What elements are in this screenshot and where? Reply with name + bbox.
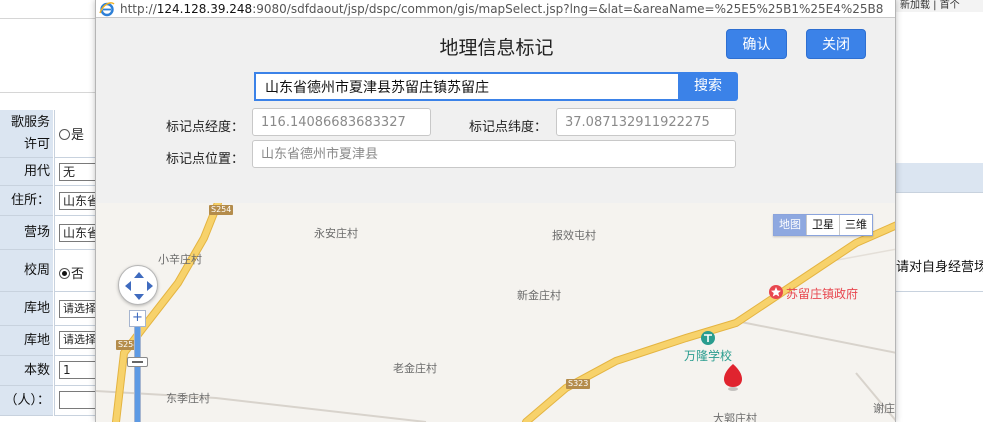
close-button[interactable]: 关闭 xyxy=(806,29,866,59)
map-type-3d-button[interactable]: 三维 xyxy=(839,215,872,235)
form-label-persons: （人）： xyxy=(0,386,53,416)
radio-selected-icon[interactable] xyxy=(59,268,70,279)
position-label: 标记点位置： xyxy=(166,152,245,167)
map-type-normal-button[interactable]: 地图 xyxy=(774,215,806,235)
radio-label: 是 xyxy=(71,128,85,143)
village-label: 小辛庄村 xyxy=(158,253,202,266)
road-shield-s323: S323 xyxy=(566,379,591,389)
longitude-label: 标记点经度： xyxy=(166,120,245,135)
form-cell-school-nearby: 否 xyxy=(54,250,99,292)
url-prefix: http:// xyxy=(120,2,157,16)
location-marker-icon[interactable] xyxy=(723,364,743,387)
form-label-business-place: 营场所： xyxy=(0,216,53,274)
zoom-in-button[interactable]: + xyxy=(129,310,146,327)
search-button[interactable]: 搜索 xyxy=(678,72,738,101)
radio-no-option[interactable]: 否 xyxy=(59,263,84,282)
radio-yes-option[interactable]: 是 xyxy=(59,124,84,143)
minor-road xyxy=(96,390,427,422)
minor-road xyxy=(735,320,895,354)
pan-arrows-icon xyxy=(125,272,153,300)
right-description-text: 请对自身经营场 xyxy=(896,260,983,275)
form-label-quantity: 本数量： xyxy=(0,356,53,408)
map-type-satellite-button[interactable]: 卫星 xyxy=(806,215,839,235)
form-cell-credit-code: 无 xyxy=(54,158,99,186)
url-text: http://124.128.39.248:9080/sdfdaout/jsp/… xyxy=(120,1,883,17)
business-place-input[interactable]: 山东省 xyxy=(59,224,99,242)
radio-label: 否 xyxy=(71,267,85,282)
marker-form: 地理信息标记 确认 关闭 搜索 标记点经度： 标记点纬度： 标记点位置： xyxy=(96,19,895,203)
confirm-button[interactable]: 确认 xyxy=(726,29,787,59)
village-label: 大郭庄村 xyxy=(713,412,757,422)
form-label-license: 歌服务许可证： xyxy=(0,110,53,174)
right-header-band xyxy=(896,163,983,193)
map-select-popup: http://124.128.39.248:9080/sdfdaout/jsp/… xyxy=(95,0,896,422)
form-label-warehouse-address-2: 库地址： xyxy=(0,326,53,378)
form-cell-license: 是 xyxy=(54,110,99,158)
background-toolbar-text: 新加载 | 首个 xyxy=(896,0,983,12)
warehouse-address-select-2[interactable]: 请选择 xyxy=(59,331,99,349)
quantity-input[interactable]: 1 xyxy=(59,361,99,379)
url-path: :9080/sdfdaout/jsp/dspc/common/gis/mapSe… xyxy=(252,2,884,16)
village-label: 老金庄村 xyxy=(393,362,437,375)
zoom-slider-track[interactable] xyxy=(134,327,141,422)
village-label: 报效屯村 xyxy=(552,229,596,242)
form-cell-domicile: 山东省 xyxy=(54,186,99,216)
form-cell-quantity: 1 xyxy=(54,356,99,386)
village-label: 永安庄村 xyxy=(314,227,358,240)
form-label-warehouse-address: 库地址： xyxy=(0,292,53,350)
latitude-label: 标记点纬度： xyxy=(469,120,548,135)
road-s323 xyxy=(523,222,895,422)
credit-code-input[interactable]: 无 xyxy=(59,163,99,181)
divider xyxy=(0,18,100,19)
longitude-input[interactable] xyxy=(252,108,431,136)
form-cell-persons xyxy=(54,386,99,416)
village-label: 谢庄 xyxy=(873,402,895,415)
village-label: 新金庄村 xyxy=(517,289,561,302)
form-cell-warehouse-address: 请选择 xyxy=(54,292,99,326)
form-cell-warehouse-address-2: 请选择 xyxy=(54,326,99,356)
divider xyxy=(0,92,100,93)
domicile-input[interactable]: 山东省 xyxy=(59,192,99,210)
form-label-credit-code: 用代码： xyxy=(0,158,53,207)
address-search-input[interactable] xyxy=(254,72,680,101)
persons-input[interactable] xyxy=(59,391,99,409)
form-label-domicile: 住所： xyxy=(0,186,53,216)
marker-shadow xyxy=(728,387,738,391)
map-canvas[interactable]: S254 S254 S323 永安庄村 报效屯村 小辛庄村 新金庄村 老金庄村 … xyxy=(96,203,895,422)
village-label: 东季庄村 xyxy=(166,392,210,405)
gov-poi-label[interactable]: 苏留庄镇政府 xyxy=(786,285,858,302)
form-cell-business-place: 山东省 xyxy=(54,216,99,250)
zoom-slider-handle[interactable] xyxy=(127,357,148,367)
address-bar[interactable]: http://124.128.39.248:9080/sdfdaout/jsp/… xyxy=(96,0,895,18)
road-shield-s254: S254 xyxy=(209,205,234,215)
ie-icon xyxy=(99,2,115,17)
url-host: 124.128.39.248 xyxy=(156,2,253,16)
position-input[interactable] xyxy=(252,140,736,168)
warehouse-address-select[interactable]: 请选择 xyxy=(59,300,99,318)
map-pan-control[interactable] xyxy=(118,265,158,305)
latitude-input[interactable] xyxy=(556,108,736,136)
form-label-school-nearby: 校周边： xyxy=(0,250,53,320)
radio-circle-icon[interactable] xyxy=(59,129,70,140)
school-poi-label[interactable]: 万隆学校 xyxy=(684,347,732,364)
map-type-switcher: 地图 卫星 三维 xyxy=(773,214,873,236)
